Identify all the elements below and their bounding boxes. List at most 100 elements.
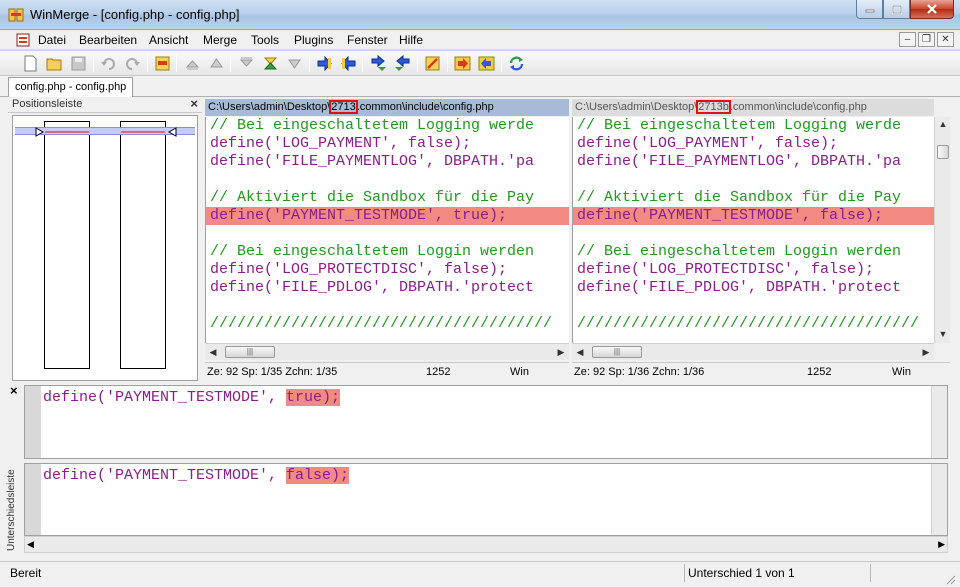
menu-hilfe[interactable]: Hilfe (399, 33, 423, 47)
location-arrow-left-icon (35, 127, 45, 137)
code-line[interactable]: define('LOG_PAYMENT', false); (573, 135, 934, 153)
right-vertical-scrollbar[interactable]: ▲ ▼ (934, 117, 950, 343)
right-code-view[interactable]: // Bei eingeschaltetem Logging werde defi… (572, 117, 934, 343)
next-diff-icon[interactable] (286, 55, 303, 72)
diff-bottom-highlight: false); (286, 467, 350, 484)
code-line[interactable]: // Aktiviert die Sandbox für die Pay (573, 189, 934, 207)
code-line[interactable]: define('PAYMENT_TESTMODE', true); (206, 207, 569, 225)
diff-pane: × Unterschiedsleiste define('PAYMENT_TES… (0, 381, 960, 561)
right-path-suffix: .common\include\config.php (729, 101, 867, 113)
copy-right-advance-icon[interactable] (370, 55, 387, 72)
left-codepage: 1252 (426, 366, 451, 378)
left-scroll-thumb[interactable]: ||| (225, 346, 275, 358)
code-line[interactable]: define('FILE_PDLOG', DBPATH.'protect (573, 279, 934, 297)
diff-pane-top[interactable]: define('PAYMENT_TESTMODE', true); (24, 385, 948, 459)
mdi-close-button[interactable]: ✕ (937, 32, 954, 47)
code-line[interactable] (206, 225, 569, 243)
code-line[interactable]: // Bei eingeschaltetem Logging werde (573, 117, 934, 135)
left-status-line: Ze: 92 Sp: 1/35 Zchn: 1/35 1252 Win (205, 362, 569, 380)
redo-icon[interactable] (124, 55, 141, 72)
scroll-down-icon[interactable]: ▼ (937, 329, 949, 341)
menu-merge[interactable]: Merge (203, 33, 237, 47)
code-line[interactable]: // Bei eingeschaltetem Logging werde (206, 117, 569, 135)
menu-ansicht[interactable]: Ansicht (149, 33, 188, 47)
menu-fenster[interactable]: Fenster (347, 33, 388, 47)
left-horizontal-scrollbar[interactable]: ◀ ||| ▶ (205, 343, 569, 360)
last-diff-icon[interactable] (238, 55, 255, 72)
code-line[interactable] (206, 297, 569, 315)
code-line[interactable]: define('LOG_PROTECTDISC', false); (206, 261, 569, 279)
location-bar-right (120, 121, 166, 369)
open-icon[interactable] (46, 55, 63, 72)
code-line[interactable]: // Bei eingeschaltetem Loggin werden (206, 243, 569, 261)
scroll-right-icon[interactable]: ▶ (555, 346, 567, 358)
resize-grip-icon[interactable] (944, 573, 956, 585)
left-eol: Win (510, 366, 529, 378)
code-line[interactable] (573, 171, 934, 189)
menu-bearbeiten[interactable]: Bearbeiten (79, 33, 137, 47)
menu-plugins[interactable]: Plugins (294, 33, 333, 47)
first-diff-icon[interactable] (184, 55, 201, 72)
scroll-left-icon[interactable]: ◀ (207, 346, 219, 358)
scroll-up-icon[interactable]: ▲ (937, 119, 949, 131)
copy-right-icon[interactable] (316, 55, 333, 72)
right-horizontal-scrollbar[interactable]: ◀ ||| ▶ (572, 343, 934, 360)
copy-all-right-icon[interactable] (454, 55, 471, 72)
code-line[interactable] (573, 297, 934, 315)
close-button[interactable] (910, 0, 954, 19)
code-line[interactable]: define('LOG_PROTECTDISC', false); (573, 261, 934, 279)
left-code-view[interactable]: // Bei eingeschaltetem Logging werde defi… (205, 117, 569, 343)
copy-left-icon[interactable] (340, 55, 357, 72)
copy-left-advance-icon[interactable] (394, 55, 411, 72)
code-line[interactable]: define('PAYMENT_TESTMODE', false); (573, 207, 934, 225)
code-line[interactable]: define('FILE_PAYMENTLOG', DBPATH.'pa (206, 153, 569, 171)
location-pane-close-button[interactable]: × (190, 96, 198, 111)
undo-icon[interactable] (100, 55, 117, 72)
location-pane: Positionsleiste × (8, 96, 202, 381)
document-icon[interactable] (16, 33, 30, 47)
new-icon[interactable] (22, 55, 39, 72)
scroll-left-icon[interactable]: ◀ (574, 346, 586, 358)
code-line[interactable]: define('FILE_PAYMENTLOG', DBPATH.'pa (573, 153, 934, 171)
maximize-button[interactable] (883, 0, 910, 19)
menu-datei[interactable]: Datei (38, 33, 66, 47)
edit-icon[interactable] (424, 55, 441, 72)
code-line[interactable] (573, 225, 934, 243)
right-vscroll-thumb[interactable] (937, 145, 949, 159)
code-line[interactable]: ////////////////////////////////////// (573, 315, 934, 333)
diff-top-vscroll[interactable] (931, 386, 947, 458)
maximize-icon (891, 4, 902, 14)
tab-config-php[interactable]: config.php - config.php (8, 77, 134, 97)
code-line[interactable]: define('LOG_PAYMENT', false); (206, 135, 569, 153)
window-title: WinMerge - [config.php - config.php] (30, 7, 240, 22)
minimize-button[interactable] (856, 0, 883, 19)
winmerge-app-icon[interactable] (8, 7, 24, 23)
diff-counter: Unterschied 1 von 1 (688, 566, 795, 580)
scroll-right-icon[interactable]: ▶ (938, 539, 945, 550)
mdi-restore-button[interactable]: ❐ (918, 32, 935, 47)
code-line[interactable]: ////////////////////////////////////// (206, 315, 569, 333)
diff-pane-bottom[interactable]: define('PAYMENT_TESTMODE', false); (24, 463, 948, 536)
current-diff-icon[interactable] (262, 55, 279, 72)
toolbar (0, 51, 960, 76)
menu-bar: Datei Bearbeiten Ansicht Merge Tools Plu… (0, 30, 960, 50)
options-icon[interactable] (154, 55, 171, 72)
menu-tools[interactable]: Tools (251, 33, 279, 47)
code-line[interactable]: // Bei eingeschaltetem Loggin werden (573, 243, 934, 261)
right-eol: Win (892, 366, 911, 378)
scroll-left-icon[interactable]: ◀ (27, 539, 34, 550)
location-pane-body[interactable] (12, 115, 198, 381)
code-line[interactable]: define('FILE_PDLOG', DBPATH.'protect (206, 279, 569, 297)
scroll-right-icon[interactable]: ▶ (920, 346, 932, 358)
copy-all-left-icon[interactable] (478, 55, 495, 72)
code-line[interactable] (206, 171, 569, 189)
mdi-minimize-button[interactable]: – (899, 32, 916, 47)
code-line[interactable]: // Aktiviert die Sandbox für die Pay (206, 189, 569, 207)
save-icon[interactable] (70, 55, 87, 72)
diff-horizontal-scrollbar[interactable]: ◀ ▶ (24, 536, 948, 553)
diff-bottom-vscroll[interactable] (931, 464, 947, 535)
refresh-icon[interactable] (508, 55, 525, 72)
diff-pane-close-button[interactable]: × (10, 383, 18, 398)
prev-diff-icon[interactable] (208, 55, 225, 72)
right-scroll-thumb[interactable]: ||| (592, 346, 642, 358)
